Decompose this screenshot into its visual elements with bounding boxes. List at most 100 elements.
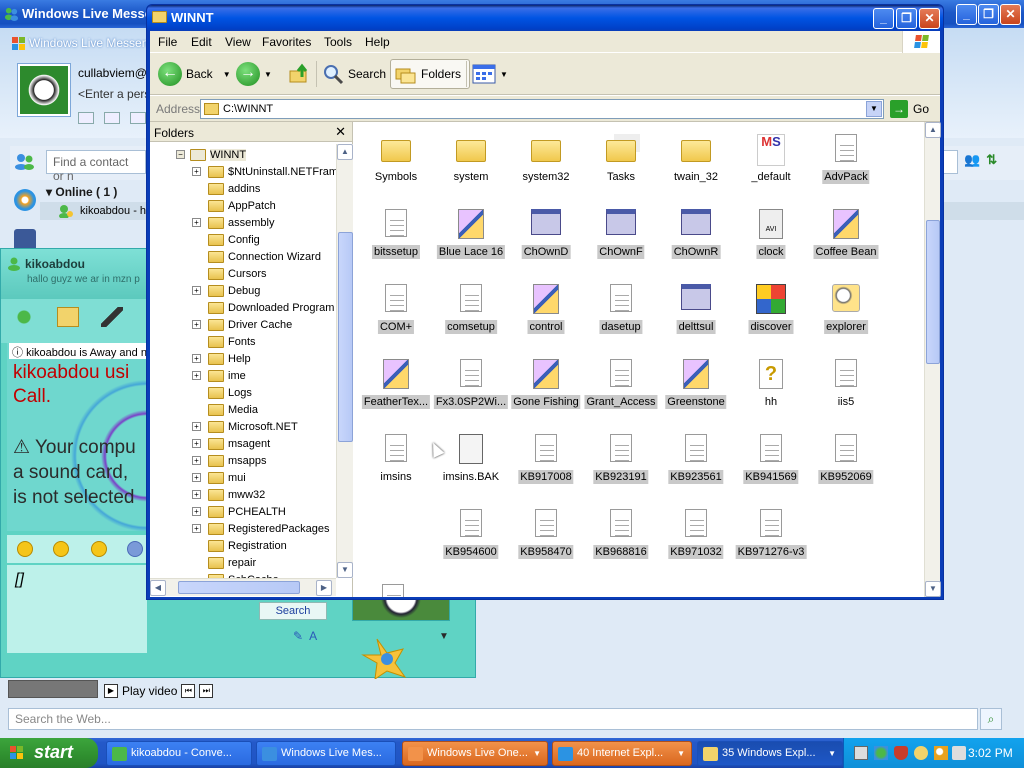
content-scroll-thumb[interactable] <box>926 220 940 364</box>
file-item[interactable]: Blue Lace 16 <box>432 203 510 273</box>
go-button[interactable]: → Go <box>890 100 929 118</box>
taskbar-button[interactable]: Windows Live Mes... <box>256 741 396 766</box>
views-dropdown-icon[interactable]: ▼ <box>500 70 508 79</box>
close-folders-pane-icon[interactable]: ✕ <box>335 124 346 140</box>
security-shield-icon[interactable] <box>894 746 908 760</box>
tree-node[interactable]: + mui <box>192 469 246 486</box>
tree-node[interactable]: + Help <box>192 350 251 367</box>
web-search-icon[interactable]: ⌕ <box>980 708 1002 730</box>
tree-node[interactable]: + msagent <box>192 435 270 452</box>
invite-icon[interactable] <box>13 307 35 327</box>
file-item[interactable]: Tasks <box>582 128 660 198</box>
file-item[interactable]: FeatherTex... <box>357 353 435 423</box>
menu-view[interactable]: View <box>225 35 251 49</box>
tree-node[interactable]: + ime <box>192 367 246 384</box>
file-item[interactable]: ChOwnD <box>507 203 585 273</box>
taskbar-button[interactable]: kikoabdou - Conve... <box>106 741 252 766</box>
tree-node[interactable]: Downloaded Program <box>208 299 334 316</box>
group-dropdown-icon[interactable]: ▼ <box>533 749 541 758</box>
web-search-input[interactable]: Search the Web... <box>8 708 978 730</box>
address-dropdown-icon[interactable]: ▼ <box>866 101 882 117</box>
file-item[interactable]: Greenstone <box>657 353 735 423</box>
scroll-thumb[interactable] <box>338 232 353 442</box>
file-item[interactable]: KB954600 <box>432 503 510 573</box>
explorer-titlebar[interactable]: WINNT _ ❐ ✕ <box>147 5 943 31</box>
file-item[interactable]: system <box>432 128 510 198</box>
voice-clip-icon[interactable] <box>127 541 143 557</box>
tree-node[interactable]: addins <box>208 180 260 197</box>
tree-node[interactable]: Cursors <box>208 265 267 282</box>
content-scroll-down-icon[interactable]: ▼ <box>925 581 941 597</box>
menu-favorites[interactable]: Favorites <box>262 35 311 49</box>
file-item[interactable]: ? hh <box>732 353 810 423</box>
tree-node[interactable]: + $NtUninstall.NETFram <box>192 163 336 180</box>
previous-icon[interactable]: ⏮ <box>181 684 196 698</box>
play-icon[interactable]: ▶ <box>104 684 118 698</box>
keyboard-icon[interactable] <box>854 746 868 760</box>
tree-vertical-scrollbar[interactable]: ▲ ▼ <box>336 144 353 578</box>
content-scroll-up-icon[interactable]: ▲ <box>925 122 941 138</box>
group-dropdown-icon[interactable]: ▼ <box>828 749 836 758</box>
tree-node[interactable]: Logs <box>208 384 252 401</box>
back-dropdown-icon[interactable]: ▼ <box>223 70 231 79</box>
file-item[interactable]: imsins <box>357 428 435 498</box>
scroll-left-icon[interactable]: ◀ <box>150 580 166 596</box>
search-tray-icon[interactable] <box>934 746 948 760</box>
file-item[interactable]: imsins.BAK <box>432 428 510 498</box>
news-icon[interactable] <box>104 112 120 124</box>
sort-icon[interactable]: ⇅ <box>986 152 997 168</box>
play-video-control[interactable]: ▶ Play video ⏮ ⏭ <box>104 684 214 698</box>
nudge-icon[interactable] <box>91 541 107 557</box>
file-item[interactable]: ChOwnF <box>582 203 660 273</box>
file-item[interactable]: KB952069 <box>807 428 885 498</box>
pen-icon[interactable]: ✎ <box>293 629 303 643</box>
start-button[interactable]: start <box>0 738 98 768</box>
find-contact-input[interactable]: Find a contact or n <box>46 150 146 183</box>
file-item[interactable]: twain_32 <box>657 128 735 198</box>
tree-node[interactable]: + mww32 <box>192 486 265 503</box>
messenger-tray-icon[interactable] <box>874 746 888 760</box>
tree-node[interactable]: Media <box>208 401 258 418</box>
tree-horizontal-scrollbar[interactable]: ◀ ▶ <box>150 578 336 596</box>
scroll-up-icon[interactable]: ▲ <box>337 144 353 160</box>
taskbar-button[interactable]: 35 Windows Expl... ▼ <box>697 741 843 766</box>
file-item[interactable]: Symbols <box>357 128 435 198</box>
taskbar-button[interactable]: Windows Live One... ▼ <box>402 741 548 766</box>
back-button[interactable]: ← Back ▼ <box>158 59 231 89</box>
tree-node[interactable]: AppPatch <box>208 197 276 214</box>
file-item[interactable]: KB917008 <box>507 428 585 498</box>
add-contact-icon[interactable] <box>14 152 36 170</box>
file-item[interactable]: comsetup <box>432 278 510 348</box>
menu-help[interactable]: Help <box>365 35 390 49</box>
file-item[interactable]: system32 <box>507 128 585 198</box>
file-item[interactable]: AdvPack <box>807 128 885 198</box>
expand-icon[interactable]: + <box>192 456 201 465</box>
file-item[interactable]: ChOwnR <box>657 203 735 273</box>
expand-icon[interactable]: + <box>192 507 201 516</box>
search-button[interactable]: Search <box>259 602 327 620</box>
tree-node[interactable]: + assembly <box>192 214 274 231</box>
file-item[interactable]: COM+ <box>357 278 435 348</box>
file-item[interactable]: bitssetup <box>357 203 435 273</box>
browser-icon[interactable] <box>14 189 36 211</box>
file-item[interactable]: Fx3.0SP2Wi... <box>432 353 510 423</box>
tree-node[interactable]: + Debug <box>192 282 260 299</box>
wink-icon[interactable] <box>53 541 69 557</box>
menu-tools[interactable]: Tools <box>324 35 352 49</box>
video-thumbnail[interactable] <box>8 680 98 698</box>
menu-edit[interactable]: Edit <box>191 35 212 49</box>
tree-node[interactable]: repair <box>208 554 256 571</box>
expand-icon[interactable]: + <box>192 473 201 482</box>
send-files-icon[interactable] <box>57 307 79 327</box>
next-icon[interactable]: ⏭ <box>199 684 214 698</box>
maximize-button[interactable]: ❐ <box>978 4 999 25</box>
file-item[interactable]: dasetup <box>582 278 660 348</box>
call-icon[interactable] <box>101 307 123 327</box>
tree-node[interactable]: SchCache <box>208 571 279 578</box>
file-item[interactable]: KB941569 <box>732 428 810 498</box>
minimize-button[interactable]: _ <box>956 4 977 25</box>
mail-icon[interactable] <box>78 112 94 124</box>
file-item[interactable]: KB923191 <box>582 428 660 498</box>
message-input[interactable]: [] <box>7 565 147 653</box>
expand-arrow-icon[interactable]: ▼ <box>439 631 449 642</box>
